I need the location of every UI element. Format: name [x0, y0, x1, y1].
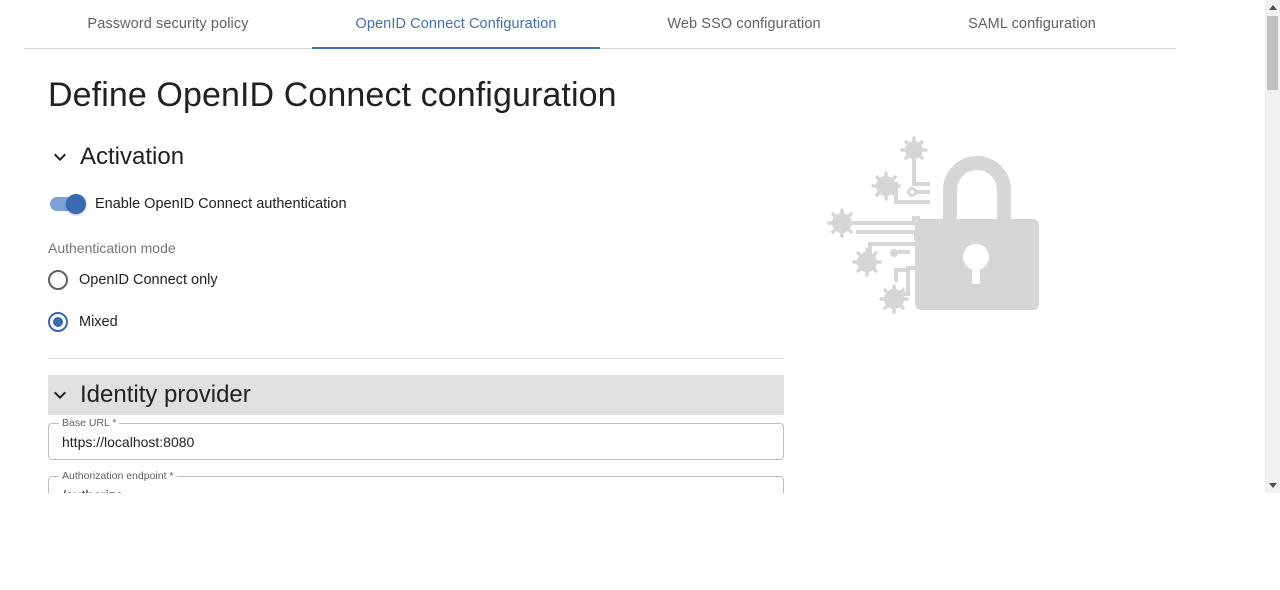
tab-web-sso-configuration[interactable]: Web SSO configuration: [600, 0, 888, 48]
scroll-down-arrow-icon[interactable]: [1265, 478, 1280, 493]
activation-section-title: Activation: [80, 143, 185, 170]
base-url-label: Base URL *: [59, 416, 120, 430]
tab-password-security-policy[interactable]: Password security policy: [24, 0, 312, 48]
enable-oidc-label: Enable OpenID Connect authentication: [95, 196, 347, 212]
radio-mixed[interactable]: Mixed: [48, 311, 118, 333]
switch-thumb: [66, 194, 86, 214]
activation-section-header[interactable]: Activation: [48, 140, 184, 174]
scroll-up-arrow-icon[interactable]: [1265, 0, 1280, 15]
radio-oidc-only-label: OpenID Connect only: [79, 272, 218, 288]
radio-button[interactable]: [48, 270, 68, 290]
enable-oidc-switch[interactable]: [48, 192, 88, 216]
section-divider: [48, 358, 784, 359]
tab-bar: Password security policy OpenID Connect …: [24, 0, 1176, 49]
base-url-field[interactable]: Base URL *: [48, 416, 784, 460]
base-url-input[interactable]: [62, 434, 762, 450]
blank-area: [0, 493, 1280, 590]
radio-mixed-label: Mixed: [79, 314, 118, 330]
enable-oidc-toggle-row[interactable]: Enable OpenID Connect authentication: [48, 192, 347, 216]
radio-oidc-only[interactable]: OpenID Connect only: [48, 269, 218, 291]
chevron-down-icon[interactable]: [48, 145, 72, 169]
vertical-scrollbar[interactable]: [1265, 0, 1280, 493]
authorization-endpoint-label: Authorization endpoint *: [59, 469, 177, 483]
identity-provider-section-title: Identity provider: [80, 381, 251, 408]
scrollbar-thumb[interactable]: [1267, 16, 1278, 90]
tab-openid-connect-configuration[interactable]: OpenID Connect Configuration: [312, 0, 600, 49]
radio-button[interactable]: [48, 312, 68, 332]
lock-gears-illustration: [827, 136, 1039, 314]
authentication-mode-label: Authentication mode: [48, 240, 176, 256]
page-title: Define OpenID Connect configuration: [48, 76, 617, 114]
page-viewport: Password security policy OpenID Connect …: [0, 0, 1265, 493]
chevron-down-icon[interactable]: [48, 383, 72, 407]
tab-saml-configuration[interactable]: SAML configuration: [888, 0, 1176, 48]
identity-provider-section-header[interactable]: Identity provider: [48, 375, 784, 415]
authorization-endpoint-field[interactable]: Authorization endpoint *: [48, 469, 784, 493]
